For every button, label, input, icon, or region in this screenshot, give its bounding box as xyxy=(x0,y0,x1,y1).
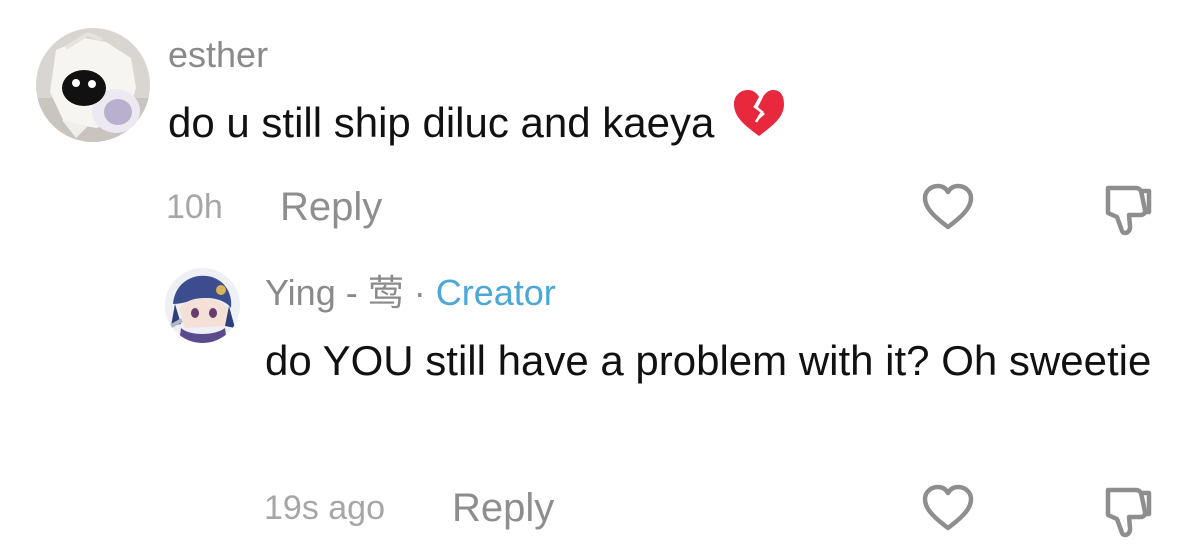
separator-dot: · xyxy=(413,272,426,313)
dislike-icon[interactable] xyxy=(1102,182,1154,236)
broken-heart-icon xyxy=(732,88,786,157)
comment-text: do u still ship diluc and kaeya xyxy=(168,90,786,160)
avatar[interactable] xyxy=(36,28,150,142)
like-icon[interactable] xyxy=(922,183,974,231)
reply-header: Ying - 莺 · Creator xyxy=(265,275,556,311)
reply-button[interactable]: Reply xyxy=(280,187,382,227)
reply-time: 19s ago xyxy=(264,489,385,527)
reply-button-2[interactable]: Reply xyxy=(452,488,554,528)
creator-avatar[interactable] xyxy=(165,268,240,343)
reply-username[interactable]: Ying - 莺 xyxy=(265,272,404,313)
reply-text: do YOU still have a problem with it? Oh … xyxy=(265,337,1152,384)
like-icon[interactable] xyxy=(922,484,974,532)
comment-time: 10h xyxy=(166,188,223,226)
comment-body: do u still ship diluc and kaeya xyxy=(168,99,715,146)
dislike-icon[interactable] xyxy=(1102,484,1154,538)
comment-username[interactable]: esther xyxy=(168,37,268,73)
creator-badge: Creator xyxy=(435,272,556,313)
